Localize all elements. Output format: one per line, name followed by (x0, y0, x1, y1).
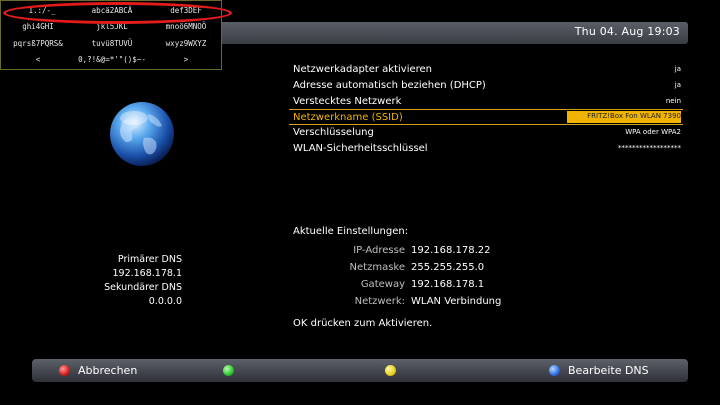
current-value: 192.168.178.22 (411, 245, 491, 256)
key-9[interactable]: wxyz9WXYZ (151, 37, 221, 51)
setting-dhcp[interactable]: Adresse automatisch beziehen (DHCP) ja (289, 78, 683, 94)
setting-value: ****************** (618, 143, 681, 152)
setting-hidden-network[interactable]: Verstecktes Netzwerk nein (289, 94, 683, 110)
current-value: 192.168.178.1 (411, 279, 485, 290)
setting-label: Netzwerkname (SSID) (293, 112, 403, 124)
current-row-network: Netzwerk: WLAN Verbindung (293, 293, 553, 310)
setting-encryption[interactable]: Verschlüsselung WPA oder WPA2 (289, 125, 683, 141)
keyboard-row: pqrsß7PQRS& tuvü8TUVÜ wxyz9WXYZ (1, 37, 223, 51)
network-globe-icon (110, 102, 174, 166)
current-row-gateway: Gateway 192.168.178.1 (293, 276, 553, 293)
setting-label: Verschlüsselung (293, 127, 374, 139)
secondary-dns-label: Sekundärer DNS (104, 282, 182, 293)
key-left[interactable]: < (3, 53, 73, 67)
setting-network-adapter[interactable]: Netzwerkadapter aktivieren ja (289, 62, 683, 78)
current-value: 255.255.255.0 (411, 262, 485, 273)
current-key: Netzmaske (349, 262, 405, 273)
dns-info: Primärer DNS 192.168.178.1 Sekundärer DN… (60, 253, 182, 309)
edit-dns-button-label: Bearbeite DNS (568, 364, 649, 377)
current-row-ip: IP-Adresse 192.168.178.22 (293, 242, 553, 259)
setting-label: Adresse automatisch beziehen (DHCP) (293, 79, 486, 91)
blue-button-icon (549, 365, 560, 376)
cancel-button[interactable]: Abbrechen (59, 359, 137, 382)
setting-wlan-key[interactable]: WLAN-Sicherheitsschlüssel **************… (289, 141, 683, 157)
setting-label: Verstecktes Netzwerk (293, 95, 402, 107)
current-key: Gateway (360, 279, 405, 290)
yellow-button[interactable] (385, 359, 404, 382)
setting-label: WLAN-Sicherheitsschlüssel (293, 142, 428, 154)
virtual-keyboard: 1.:/-_ abcä2ABCÄ def3DEF ghi4GHI jkl5JKL… (0, 0, 232, 70)
current-settings: IP-Adresse 192.168.178.22 Netzmaske 255.… (293, 242, 553, 310)
current-key: IP-Adresse (353, 245, 405, 256)
key-7[interactable]: pqrsß7PQRS& (3, 37, 73, 51)
secondary-dns-value: 0.0.0.0 (148, 296, 182, 307)
header-bar: Thu 04. Aug 19:03 (150, 22, 688, 44)
key-0[interactable]: 0,?!&@=*'"()$~- (77, 53, 147, 67)
primary-dns-value: 192.168.178.1 (112, 268, 182, 279)
setting-value: ja (674, 80, 681, 89)
key-8[interactable]: tuvü8TUVÜ (77, 37, 147, 51)
green-button-icon (223, 365, 234, 376)
bottom-button-bar: Abbrechen Bearbeite DNS (32, 359, 688, 382)
setting-ssid[interactable]: Netzwerkname (SSID) FRITZ!Box Fon WLAN 7… (289, 109, 683, 126)
setting-value: nein (665, 96, 681, 105)
key-right[interactable]: > (151, 53, 221, 67)
setting-value: FRITZ!Box Fon WLAN 7390 (587, 112, 681, 121)
primary-dns-label: Primärer DNS (117, 254, 182, 265)
current-key: Netzwerk: (354, 296, 405, 307)
edit-dns-button[interactable]: Bearbeite DNS (549, 359, 649, 382)
yellow-button-icon (385, 365, 396, 376)
current-value: WLAN Verbindung (411, 296, 502, 307)
current-settings-title: Aktuelle Einstellungen: (293, 226, 409, 237)
setting-value: WPA oder WPA2 (625, 128, 681, 137)
highlight-ellipse (3, 2, 232, 24)
ok-hint: OK drücken zum Aktivieren. (293, 318, 433, 329)
datetime: Thu 04. Aug 19:03 (574, 25, 680, 38)
cancel-button-label: Abbrechen (78, 364, 138, 377)
settings-list: Netzwerkadapter aktivieren ja Adresse au… (289, 62, 683, 157)
current-row-netmask: Netzmaske 255.255.255.0 (293, 259, 553, 276)
green-button[interactable] (223, 359, 242, 382)
keyboard-row: < 0,?!&@=*'"()$~- > (1, 53, 223, 67)
setting-label: Netzwerkadapter aktivieren (293, 64, 433, 75)
setting-value: ja (674, 65, 681, 73)
red-button-icon (59, 365, 70, 376)
